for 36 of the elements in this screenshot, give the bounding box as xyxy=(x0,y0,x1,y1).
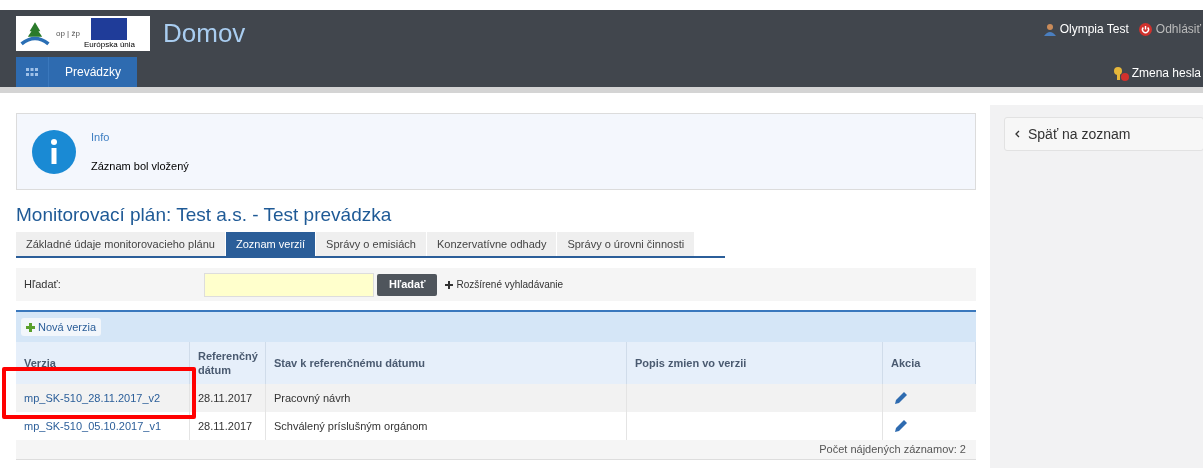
change-password-link[interactable]: Zmena hesla xyxy=(1112,64,1201,82)
new-version-button[interactable]: Nová verzia xyxy=(21,318,102,336)
version-link[interactable]: mp_SK-510_05.10.2017_v1 xyxy=(24,417,161,435)
logo-caption: Európska únia xyxy=(83,40,136,49)
apps-grid-button[interactable] xyxy=(16,57,49,87)
key-icon xyxy=(1112,65,1129,81)
tab[interactable]: Správy o úrovni činnosti xyxy=(557,232,696,256)
pencil-icon[interactable] xyxy=(895,420,907,432)
user-icon xyxy=(1043,22,1056,36)
pencil-icon[interactable] xyxy=(895,392,907,404)
plus-icon xyxy=(445,280,454,289)
search-field[interactable] xyxy=(204,272,374,297)
version-link[interactable]: mp_SK-510_28.11.2017_v2 xyxy=(24,389,161,407)
back-to-list-button[interactable]: Späť na zoznam xyxy=(1004,117,1203,151)
page-heading: Domov xyxy=(163,17,246,50)
info-title: Info xyxy=(91,130,111,145)
grid-icon xyxy=(26,67,38,77)
logo-text: op | žp xyxy=(56,27,80,40)
info-message: Záznam bol vložený xyxy=(91,158,189,174)
chevron-left-icon xyxy=(1015,130,1020,138)
search-label: Hľadať: xyxy=(24,277,62,293)
logout-link[interactable]: Odhlásiť xyxy=(1138,20,1201,38)
info-icon xyxy=(32,129,76,174)
tab[interactable]: Konzervatívne odhady xyxy=(426,232,558,256)
record-count: Počet nájdených záznamov: 2 xyxy=(819,442,966,458)
tab[interactable]: Základné údaje monitorovacieho plánu xyxy=(16,232,226,256)
power-icon xyxy=(1138,22,1152,36)
eu-flag xyxy=(91,18,128,40)
tab[interactable]: Zoznam verzií xyxy=(225,232,317,256)
nav-tab[interactable]: Prevádzky xyxy=(49,57,138,87)
search-button[interactable]: Hľadať xyxy=(377,273,438,296)
advanced-search-link[interactable]: Rozšírené vyhladávanie xyxy=(445,277,564,292)
user-link[interactable]: Olympia Test xyxy=(1043,20,1129,38)
tab[interactable]: Správy o emisiách xyxy=(316,232,427,256)
plus-icon xyxy=(26,322,35,332)
plan-title: Monitorovací plán: Test a.s. - Test prevádzka xyxy=(16,203,393,227)
